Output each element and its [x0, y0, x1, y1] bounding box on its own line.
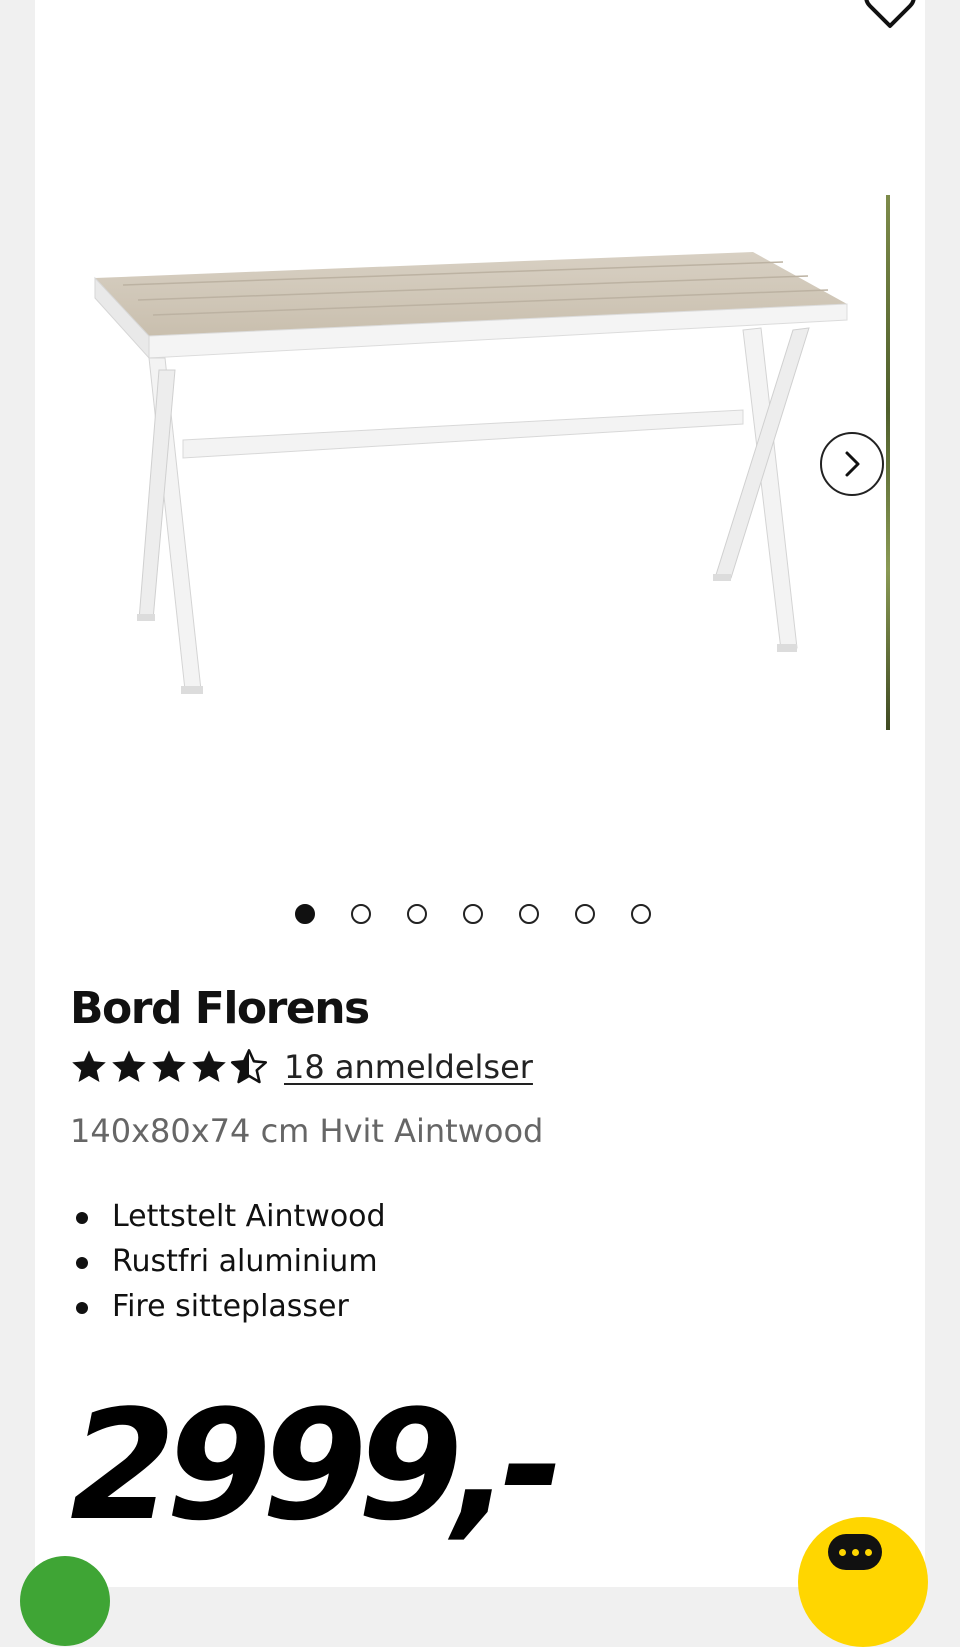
reviews-link[interactable]: 18 anmeldelser — [284, 1048, 533, 1086]
gallery-dot[interactable] — [407, 904, 427, 924]
bullet-icon — [76, 1257, 88, 1269]
feature-list: Lettstelt Aintwood Rustfri aluminium Fir… — [70, 1196, 386, 1331]
badge-button[interactable] — [20, 1556, 110, 1646]
star-icon — [152, 1050, 186, 1083]
product-variant: 140x80x74 cm Hvit Aintwood — [70, 1112, 544, 1150]
chat-button[interactable] — [798, 1517, 928, 1647]
chat-bubble-icon — [828, 1534, 882, 1570]
product-title: Bord Florens — [70, 983, 370, 1034]
next-image-preview — [886, 195, 890, 730]
gallery-pagination — [295, 904, 651, 928]
gallery-dot[interactable] — [631, 904, 651, 924]
star-half-icon — [230, 1049, 268, 1084]
bullet-icon — [76, 1212, 88, 1224]
feature-text: Fire sitteplasser — [112, 1289, 349, 1324]
next-image-button[interactable] — [820, 432, 884, 496]
feature-item: Fire sitteplasser — [70, 1286, 386, 1331]
product-price: 2999,- — [70, 1377, 564, 1554]
feature-text: Rustfri aluminium — [112, 1244, 378, 1279]
bullet-icon — [76, 1302, 88, 1314]
gallery-dot[interactable] — [463, 904, 483, 924]
favorite-button[interactable] — [862, 0, 918, 34]
feature-item: Lettstelt Aintwood — [70, 1196, 386, 1241]
heart-icon — [864, 0, 916, 28]
feature-text: Lettstelt Aintwood — [112, 1199, 386, 1234]
rating-stars — [70, 1048, 268, 1086]
gallery-dot[interactable] — [351, 904, 371, 924]
product-card: Bord Florens 18 anmeldelser 140x80x74 cm… — [35, 0, 925, 1587]
product-image-table — [94, 252, 848, 694]
product-rating: 18 anmeldelser — [70, 1048, 533, 1086]
star-icon — [192, 1050, 226, 1083]
gallery-dot[interactable] — [575, 904, 595, 924]
gallery-dot[interactable] — [519, 904, 539, 924]
star-icon — [112, 1050, 146, 1083]
feature-item: Rustfri aluminium — [70, 1241, 386, 1286]
chevron-right-icon — [845, 451, 860, 477]
gallery-dot[interactable] — [295, 904, 315, 924]
star-icon — [72, 1050, 106, 1083]
